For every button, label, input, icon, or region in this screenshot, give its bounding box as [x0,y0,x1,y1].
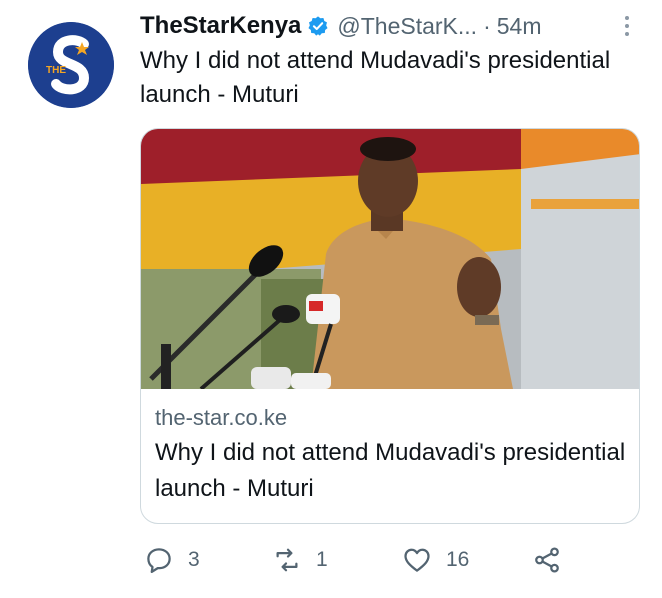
retweet-count: 1 [316,548,328,571]
tweet[interactable]: THE TheStarKenya @TheStarK... · 54m Why … [0,0,662,598]
reply-button[interactable]: 3 [144,540,200,580]
like-count: 16 [446,548,470,571]
reply-icon [147,548,171,573]
card-image[interactable] [141,129,639,389]
timestamp[interactable]: 54m [497,13,542,40]
heart-icon [404,548,430,572]
reply-count: 3 [188,548,200,571]
avatar-text: THE [46,65,66,76]
card-title: Why I did not attend Mudavadi's presiden… [155,439,626,502]
share-icon [535,547,559,573]
tweet-header: TheStarKenya @TheStarK... · 54m [140,8,542,44]
display-name[interactable]: TheStarKenya [140,12,301,40]
share-button[interactable] [532,540,562,580]
more-dots-icon[interactable] [616,12,638,40]
retweet-button[interactable]: 1 [272,540,328,580]
like-button[interactable]: 16 [402,540,469,580]
action-bar: 3 1 16 [140,540,640,580]
separator-dot: · [483,12,491,39]
tweet-text: Why I did not attend Mudavadi's presiden… [140,47,611,108]
card-domain: the-star.co.ke [155,405,288,430]
verified-badge-icon [307,15,329,37]
avatar-logo: THE [28,22,114,108]
link-card[interactable]: the-star.co.ke Why I did not attend Muda… [140,128,640,524]
card-meta: the-star.co.ke Why I did not attend Muda… [155,401,631,507]
handle[interactable]: @TheStarK... [337,13,477,40]
retweet-icon [276,548,298,572]
avatar[interactable]: THE [28,22,114,108]
